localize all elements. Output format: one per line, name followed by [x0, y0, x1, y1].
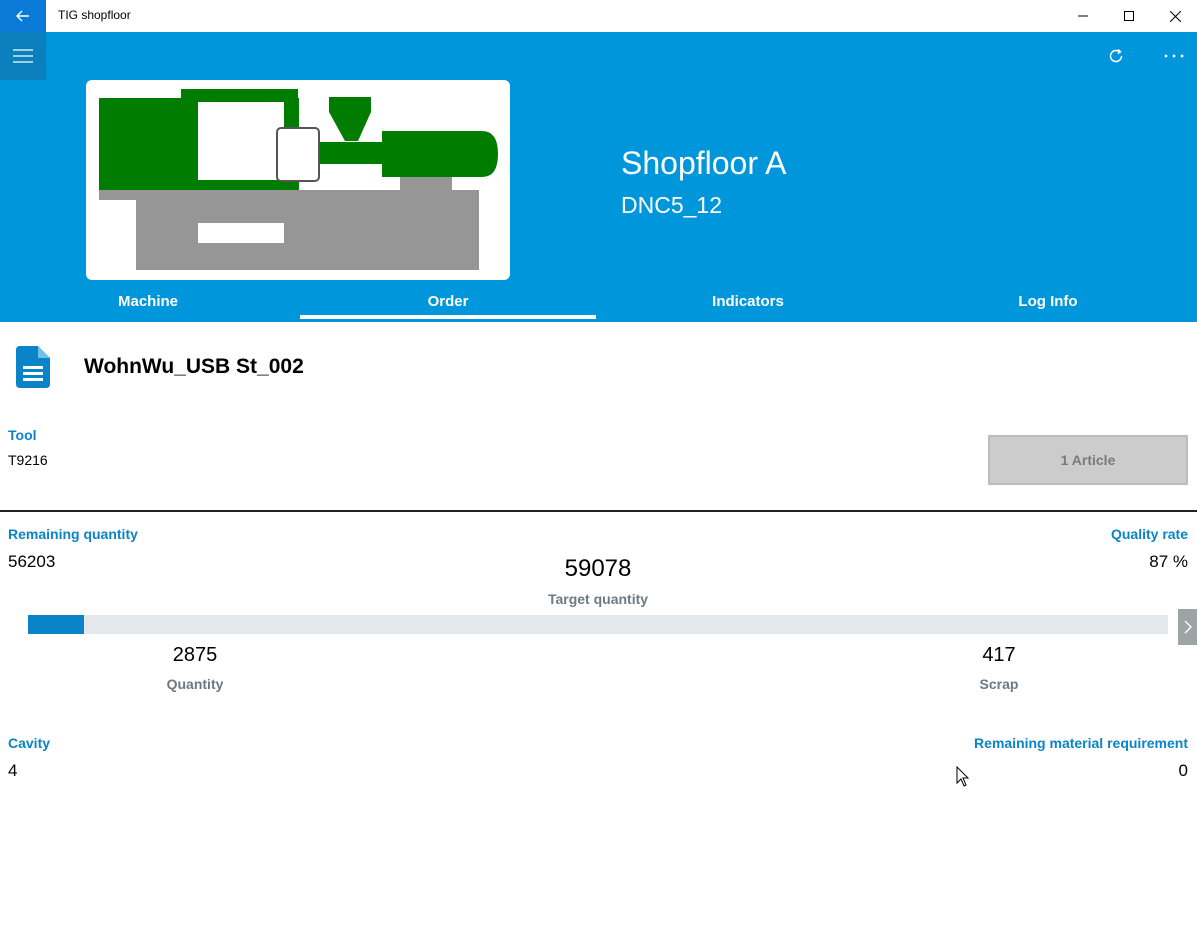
remaining-quantity-label: Remaining quantity	[8, 526, 138, 542]
document-icon	[16, 346, 50, 388]
tab-indicators[interactable]: Indicators	[600, 290, 896, 322]
back-arrow-icon	[16, 10, 29, 22]
order-title: WohnWu_USB St_002	[84, 355, 304, 378]
quantity-value: 2875	[172, 644, 218, 666]
more-icon	[1164, 54, 1184, 58]
back-button[interactable]	[0, 0, 46, 32]
chevron-right-icon	[1184, 620, 1192, 634]
injection-molding-machine-illustration	[99, 89, 498, 270]
quality-rate-value: 87 %	[1149, 552, 1188, 571]
quantity-label: Quantity	[166, 676, 224, 692]
quantity-progress-fill	[28, 615, 84, 634]
cavity-value: 4	[8, 761, 18, 780]
tab-log-info[interactable]: Log Info	[900, 290, 1196, 322]
minimize-button[interactable]	[1060, 0, 1106, 32]
app-title: TIG shopfloor	[58, 8, 131, 22]
scrap-value: 417	[982, 644, 1016, 666]
close-icon	[1169, 10, 1181, 22]
cavity-label: Cavity	[8, 735, 51, 751]
material-requirement-label: Remaining material requirement	[974, 735, 1188, 751]
tool-label: Tool	[8, 427, 37, 443]
machine-header: Shopfloor A DNC5_12 Machine Order Indica…	[0, 32, 1197, 322]
next-button[interactable]	[1178, 609, 1197, 645]
quality-rate-label: Quality rate	[1110, 526, 1188, 542]
scrap-label: Scrap	[979, 676, 1019, 692]
machine-id: DNC5_12	[621, 192, 722, 218]
material-requirement-value: 0	[1178, 761, 1188, 780]
title-bar: TIG shopfloor	[0, 0, 1197, 32]
section-divider	[0, 510, 1197, 512]
tool-value: T9216	[8, 452, 48, 468]
refresh-button[interactable]	[1100, 40, 1132, 72]
hamburger-icon	[13, 49, 33, 63]
refresh-icon	[1109, 48, 1123, 63]
quantity-progress-bar	[28, 615, 1168, 634]
mouse-cursor-icon	[956, 766, 970, 787]
target-quantity-value: 59078	[564, 555, 632, 582]
machine-image	[86, 80, 510, 280]
maximize-button[interactable]	[1106, 0, 1152, 32]
target-quantity-label: Target quantity	[547, 591, 649, 607]
hamburger-button[interactable]	[0, 32, 46, 80]
tab-machine[interactable]: Machine	[0, 290, 296, 322]
article-button[interactable]: 1 Article	[988, 435, 1188, 485]
app-window: TIG shopfloor Shopfloor A DNC5_12 Machin…	[0, 0, 1197, 930]
minimize-icon	[1078, 15, 1088, 17]
active-tab-indicator	[300, 315, 596, 319]
shopfloor-name: Shopfloor A	[621, 145, 787, 181]
maximize-icon	[1124, 11, 1134, 21]
close-button[interactable]	[1152, 0, 1197, 32]
more-button[interactable]	[1158, 40, 1190, 72]
remaining-quantity-value: 56203	[8, 552, 56, 571]
